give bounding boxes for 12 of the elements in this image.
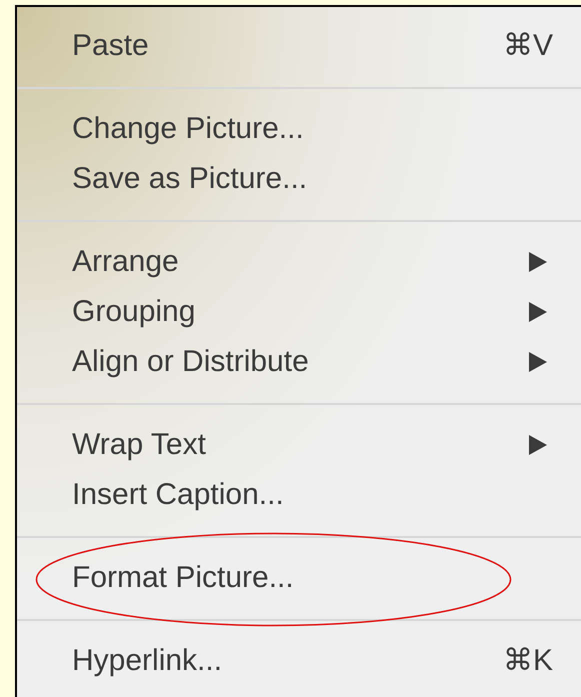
menu-item[interactable]: Wrap Text (17, 420, 581, 470)
menu-item[interactable]: Format Picture... (17, 553, 581, 603)
menu-item[interactable]: Paste ⌘V (17, 21, 581, 71)
menu-item[interactable]: Grouping (17, 287, 581, 337)
menu-item[interactable]: Insert Caption... (17, 470, 581, 520)
menu-item[interactable]: Change Picture... (17, 104, 581, 154)
menu-item[interactable]: Hyperlink... ⌘K (17, 636, 581, 686)
menu-item[interactable]: Align or Distribute (17, 337, 581, 387)
menu-item[interactable]: Save as Picture... (17, 154, 581, 204)
menu-item[interactable]: Arrange (17, 237, 581, 287)
shortcut-label: ⌘V (502, 31, 553, 61)
shortcut-label: ⌘K (502, 646, 553, 676)
